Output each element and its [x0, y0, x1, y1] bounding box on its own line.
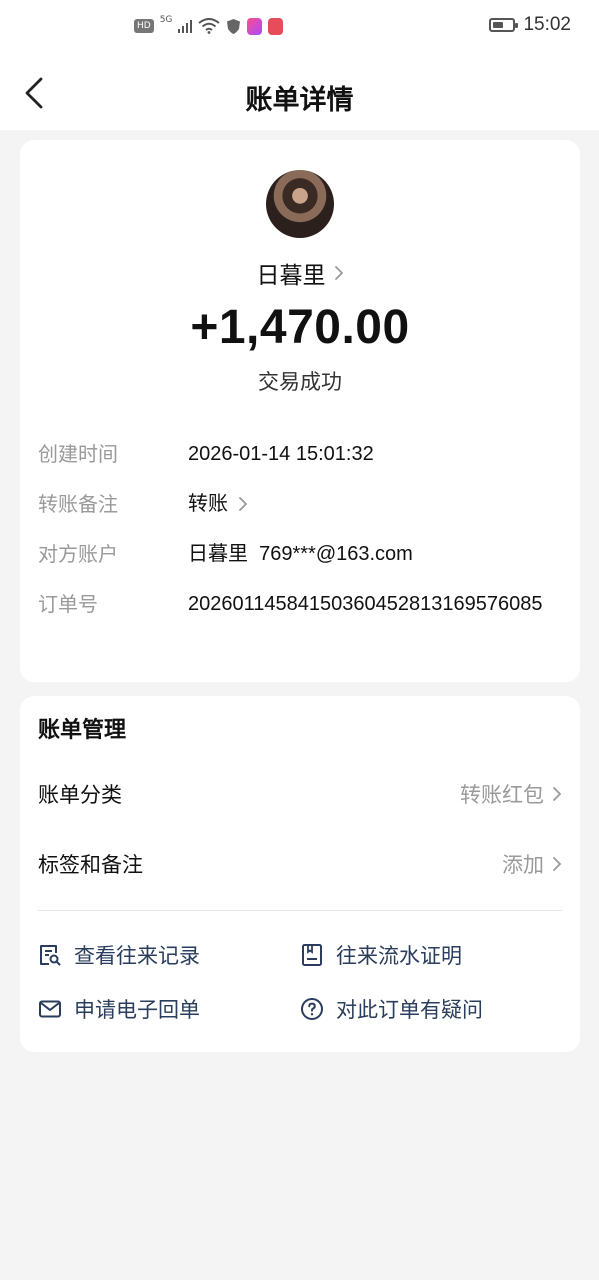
bill-category-row[interactable]: 账单分类 转账红包 — [38, 774, 562, 814]
section-title: 账单管理 — [38, 718, 127, 743]
signal-icon — [178, 19, 193, 33]
app-notification-icon — [247, 17, 263, 35]
detail-label: 转账备注 — [38, 492, 118, 516]
transaction-status: 交易成功 — [258, 370, 342, 394]
hd-badge: HD — [134, 19, 154, 33]
avatar[interactable] — [266, 170, 334, 238]
chevron-right-icon — [553, 857, 562, 871]
payer-name: 日暮里 — [256, 263, 326, 289]
statement-proof-button[interactable]: 往来流水证明 — [300, 940, 462, 970]
chevron-right-icon — [239, 497, 248, 511]
detail-label: 创建时间 — [38, 442, 118, 466]
chevron-right-icon — [553, 787, 562, 801]
chevron-right-icon — [334, 266, 343, 280]
detail-label: 对方账户 — [38, 542, 118, 566]
bill-management-card: 账单管理 账单分类 转账红包 标签和备注 添加 查看往来记录 往来流水证明 申请… — [20, 696, 580, 1052]
amount: +1,470.00 — [190, 301, 410, 354]
detail-value: 2026-01-14 15:01:32 — [188, 443, 374, 465]
tag-remark-value-wrap: 添加 — [502, 849, 562, 879]
shield-app-icon — [227, 18, 241, 34]
bill-category-value: 转账红包 — [460, 783, 544, 807]
status-time: 15:02 — [523, 14, 571, 35]
record-search-icon — [40, 945, 61, 966]
action-label: 查看往来记录 — [74, 944, 200, 968]
network-type: 5G — [159, 15, 173, 25]
action-label: 申请电子回单 — [74, 998, 200, 1022]
app-s-icon — [268, 17, 284, 35]
detail-label: 订单号 — [38, 592, 98, 616]
page-title: 账单详情 — [245, 85, 354, 116]
transaction-card: 日暮里 +1,470.00 交易成功 创建时间 2026-01-14 15:01… — [20, 140, 580, 682]
e-receipt-button[interactable]: 申请电子回单 — [38, 994, 200, 1024]
mail-icon — [39, 1000, 61, 1018]
view-records-button[interactable]: 查看往来记录 — [38, 940, 200, 970]
action-label: 往来流水证明 — [336, 944, 462, 968]
order-question-button[interactable]: 对此订单有疑问 — [300, 994, 483, 1024]
remark-link[interactable]: 转账 — [188, 490, 248, 518]
wifi-icon — [198, 18, 221, 34]
bill-category-label: 账单分类 — [38, 783, 122, 807]
status-icons: HD 5G — [134, 14, 284, 38]
battery-icon — [489, 18, 518, 32]
detail-value: 日暮里 769***@163.com — [188, 543, 413, 565]
tag-remark-row[interactable]: 标签和备注 添加 — [38, 844, 562, 884]
status-bar: HD 5G 15:02 — [0, 0, 599, 54]
tag-remark-label: 标签和备注 — [38, 853, 143, 877]
bill-category-value-wrap: 转账红包 — [460, 779, 562, 809]
tag-remark-value: 添加 — [502, 853, 544, 877]
action-label: 对此订单有疑问 — [336, 998, 483, 1022]
statement-icon — [302, 944, 322, 966]
question-icon — [301, 998, 323, 1020]
order-number: 2026011458415036045281316957​6085 — [188, 593, 543, 615]
detail-value: 转账 — [188, 493, 228, 515]
nav-bar: 账单详情 — [0, 54, 599, 130]
divider — [38, 910, 562, 911]
payer-link[interactable]: 日暮里 — [20, 256, 580, 290]
